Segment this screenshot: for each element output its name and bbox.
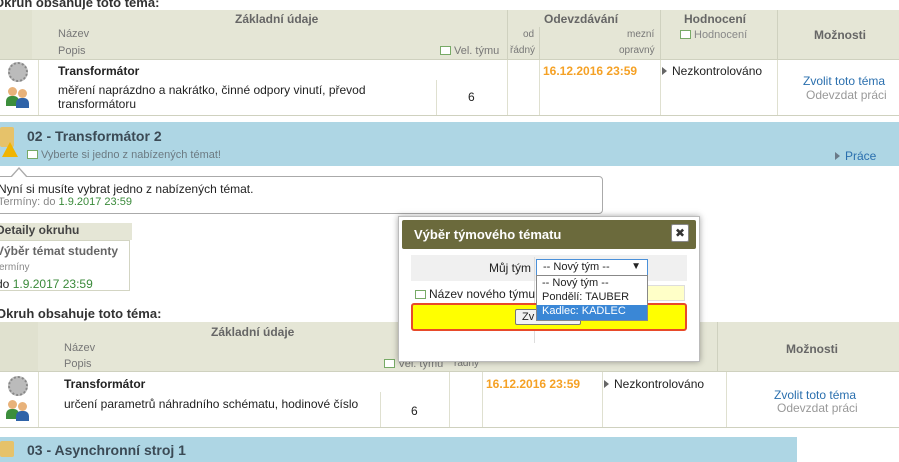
- sub-regular: řádný: [510, 45, 536, 56]
- sub-limit: mezní: [627, 29, 655, 40]
- sub-name-2: Název: [64, 342, 96, 354]
- team-users-icon: [6, 87, 30, 109]
- topic-title: Transformátor: [58, 64, 140, 78]
- details-title: Detaily okruhu: [0, 223, 132, 240]
- sub-rating: Hodnocení: [680, 29, 747, 41]
- comment-icon: [384, 359, 395, 368]
- details-date: do 1.9.2017 23:59: [0, 277, 93, 291]
- play-icon: [835, 152, 840, 160]
- dropdown-option-kadlec[interactable]: Kadlec: KADLEC: [537, 305, 647, 320]
- sub-name: Název: [58, 28, 90, 40]
- topic-settings-icon: [8, 62, 28, 82]
- col-basic-2: Základní údaje: [211, 325, 295, 339]
- sub-desc-2: Popis: [64, 358, 92, 370]
- team-size-value-2: 6: [411, 404, 418, 418]
- topic-title-2: Transformátor: [64, 377, 146, 391]
- rating-status-2: Nezkontrolováno: [604, 377, 704, 391]
- topic-description: měření naprázdno a nakrátko, činné odpor…: [58, 83, 366, 111]
- sub-proper: opravný: [619, 45, 655, 56]
- team-topic-dialog: Výběr týmového tématu ✖ Můj tým -- Nový …: [398, 216, 700, 362]
- col-basic: Základní údaje: [235, 12, 319, 26]
- col-rating: Hodnocení: [684, 12, 746, 26]
- dropdown-option-tauber[interactable]: Pondělí: TAUBER: [537, 291, 647, 305]
- play-icon: [662, 67, 667, 75]
- details-col: Výběr témat studenty: [0, 244, 119, 258]
- team-users-icon: [6, 400, 30, 422]
- sub-desc: Popis: [58, 45, 86, 57]
- group-notice: Vyberte si jedno z nabízených témat!: [27, 149, 221, 161]
- submit-work-link[interactable]: Odevzdat práci: [806, 88, 887, 102]
- col-options-2: Možnosti: [786, 342, 838, 356]
- comment-icon: [440, 46, 451, 55]
- team-select[interactable]: -- Nový tým -- ▼: [536, 259, 648, 276]
- new-team-label: Název nového týmu: [415, 287, 535, 301]
- topic-settings-icon: [8, 376, 28, 396]
- submit-work-link-2[interactable]: Odevzdat práci: [777, 401, 858, 415]
- group-title-2[interactable]: 02 - Transformátor 2: [27, 128, 162, 144]
- details-terms: Termíny: [0, 262, 30, 273]
- new-team-input[interactable]: [647, 285, 685, 301]
- dropdown-option-new[interactable]: -- Nový tým --: [537, 277, 647, 291]
- work-link[interactable]: Práce: [835, 149, 876, 163]
- section-heading-bottom: Okruh obsahuje toto téma:: [0, 306, 162, 321]
- info-terms: Termíny: do 1.9.2017 23:59: [0, 196, 132, 208]
- my-team-label: Můj tým: [489, 261, 531, 275]
- info-text: Nyní si musíte vybrat jedno z nabízených…: [0, 182, 254, 196]
- topic-description-2: určení parametrů náhradního schématu, ho…: [64, 397, 359, 411]
- warning-icon: [2, 142, 18, 157]
- comment-icon: [415, 290, 426, 299]
- sub-from: od: [523, 29, 535, 40]
- play-icon: [604, 380, 609, 388]
- sub-team-size: Vel. týmu: [440, 45, 499, 57]
- group-title-3[interactable]: 03 - Asynchronní stroj 1: [27, 442, 186, 458]
- close-icon: ✖: [674, 226, 686, 240]
- chevron-down-icon: ▼: [631, 261, 641, 272]
- choose-topic-link[interactable]: Zvolit toto téma: [803, 74, 885, 88]
- rating-status: Nezkontrolováno: [662, 64, 762, 78]
- col-options: Možnosti: [814, 28, 866, 42]
- folder-icon: [0, 441, 14, 457]
- comment-icon: [27, 150, 38, 159]
- dialog-title: Výběr týmového tématu: [414, 227, 562, 242]
- team-size-value: 6: [468, 90, 475, 104]
- section-heading-top: Okruh obsahuje toto téma:: [0, 0, 160, 10]
- deadline-value-2: 16.12.2016 23:59: [486, 377, 581, 391]
- dialog-close-button[interactable]: ✖: [671, 224, 689, 242]
- comment-icon: [680, 30, 691, 39]
- deadline-value: 16.12.2016 23:59: [543, 64, 638, 78]
- team-dropdown-list: -- Nový tým -- Pondělí: TAUBER Kadlec: K…: [536, 275, 648, 321]
- col-submission: Odevzdávání: [544, 12, 619, 26]
- choose-topic-link-2[interactable]: Zvolit toto téma: [774, 388, 856, 402]
